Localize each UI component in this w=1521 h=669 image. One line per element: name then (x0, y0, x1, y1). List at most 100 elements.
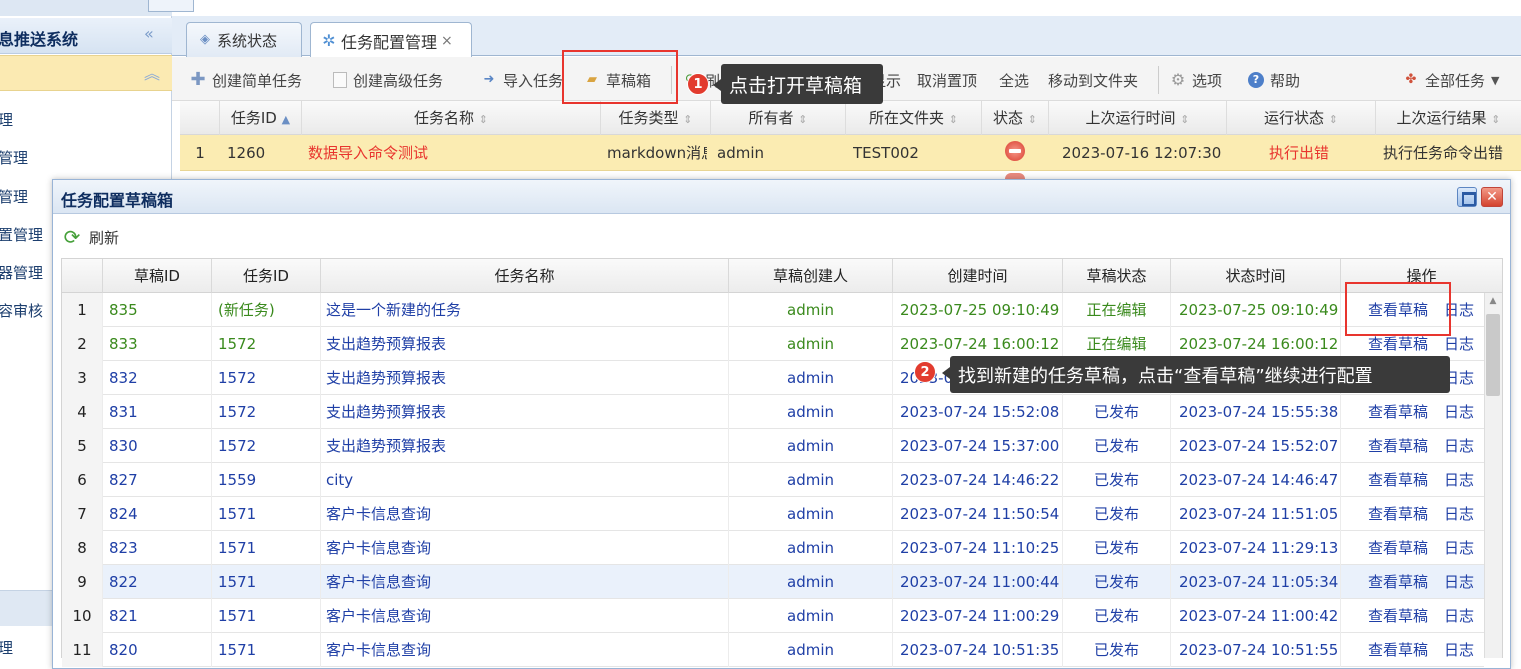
log-link[interactable]: 日志 (1444, 429, 1478, 463)
cube-icon: ◈ (200, 32, 210, 47)
grid-header-cell (180, 101, 220, 135)
create-simple-task-button[interactable]: ✚ 创建简单任务 (190, 66, 302, 94)
cell-task-name[interactable]: 客户卡信息查询 (321, 531, 729, 565)
column-header-last-result[interactable]: 上次运行结果 ⇕ (1376, 101, 1521, 135)
column-header-status-time[interactable]: 状态时间 (1171, 259, 1341, 293)
column-header-last-run-time[interactable]: 上次运行时间 ⇕ (1049, 101, 1227, 135)
view-draft-link[interactable]: 查看草稿 (1368, 395, 1434, 429)
import-task-button[interactable]: ➜ 导入任务 (481, 66, 563, 94)
row-number: 9 (62, 565, 103, 599)
unpin-button[interactable]: 取消置顶 (917, 66, 977, 94)
scrollbar-thumb[interactable] (1486, 314, 1500, 396)
maximize-icon[interactable] (1457, 187, 1477, 207)
column-header-draft-creator[interactable]: 草稿创建人 (729, 259, 893, 293)
log-link[interactable]: 日志 (1444, 599, 1478, 633)
cell-task-id: 1571 (212, 599, 321, 633)
column-header-draft-id[interactable]: 草稿ID (103, 259, 212, 293)
column-header-created-time[interactable]: 创建时间 (893, 259, 1063, 293)
cell-status-time: 2023-07-24 15:55:38 (1171, 395, 1341, 429)
cell-draft-status: 已发布 (1063, 633, 1171, 667)
collapse-up-icon[interactable]: ︽ (144, 60, 160, 84)
move-to-folder-button[interactable]: 移动到文件夹 (1048, 66, 1138, 94)
cell-task-name[interactable]: 客户卡信息查询 (321, 565, 729, 599)
close-icon[interactable]: × (441, 33, 453, 49)
log-link[interactable]: 日志 (1444, 633, 1478, 667)
cell-created-time: 2023-07-24 11:00:29 (893, 599, 1063, 633)
log-link[interactable]: 日志 (1444, 497, 1478, 531)
refresh-icon: ⟳ (63, 225, 81, 249)
view-draft-link[interactable]: 查看草稿 (1368, 565, 1434, 599)
cell-task-name[interactable]: 支出趋势预算报表 (321, 361, 729, 395)
sidebar-item[interactable]: 管理 (0, 186, 28, 207)
cell-draft-creator: admin (729, 531, 893, 565)
tab-task-config[interactable]: ✲ 任务配置管理 × (310, 22, 472, 58)
cell-status-time: 2023-07-24 10:51:55 (1171, 633, 1341, 667)
all-tasks-dropdown[interactable]: ✤ 全部任务 ▼ (1403, 66, 1500, 94)
column-header-task-type[interactable]: 任务类型 ⇕ (601, 101, 711, 135)
cell-task-name[interactable]: 数据导入命令测试 (308, 135, 598, 171)
column-header-status[interactable]: 状态 ⇕ (982, 101, 1049, 135)
cell-task-name[interactable]: 客户卡信息查询 (321, 633, 729, 667)
sidebar-item[interactable]: 管理 (0, 147, 28, 168)
step2-badge: 2 (914, 361, 936, 383)
cell-task-id: 1260 (227, 144, 266, 162)
column-header-task-id[interactable]: 任务ID ▲ (220, 101, 302, 135)
cell-created-time: 2023-07-24 14:46:22 (893, 463, 1063, 497)
view-draft-link[interactable]: 查看草稿 (1368, 463, 1434, 497)
cell-task-name[interactable]: 客户卡信息查询 (321, 497, 729, 531)
column-header-run-status[interactable]: 运行状态 ⇕ (1227, 101, 1376, 135)
tab-system-status[interactable]: ◈ 系统状态 (186, 22, 302, 57)
log-link[interactable]: 日志 (1444, 463, 1478, 497)
create-advanced-task-button[interactable]: 创建高级任务 (333, 66, 443, 94)
column-header-draft-status[interactable]: 草稿状态 (1063, 259, 1171, 293)
button-label: 导入任务 (503, 71, 564, 90)
cell-draft-status: 已发布 (1063, 599, 1171, 633)
collapse-left-icon[interactable]: « (144, 24, 154, 43)
column-header-task-id[interactable]: 任务ID (212, 259, 321, 293)
column-header-folder[interactable]: 所在文件夹 ⇕ (846, 101, 982, 135)
cell-owner: admin (717, 144, 764, 162)
cell-status-time: 2023-07-24 14:46:47 (1171, 463, 1341, 497)
cell-created-time: 2023-07-24 15:37:00 (893, 429, 1063, 463)
cell-status-time: 2023-07-25 09:10:49 (1171, 293, 1341, 327)
view-draft-link[interactable]: 查看草稿 (1368, 429, 1434, 463)
row-number: 4 (62, 395, 103, 429)
log-link[interactable]: 日志 (1444, 531, 1478, 565)
view-draft-link[interactable]: 查看草稿 (1368, 599, 1434, 633)
view-draft-link[interactable]: 查看草稿 (1368, 633, 1434, 667)
column-header-owner[interactable]: 所有者 ⇕ (711, 101, 846, 135)
help-button[interactable]: ? 帮助 (1248, 66, 1300, 94)
sidebar-item[interactable]: 理 (0, 637, 13, 658)
sidebar-item[interactable]: 容审核 (0, 300, 43, 321)
cell-task-name[interactable]: city (321, 463, 729, 497)
cell-task-name[interactable]: 客户卡信息查询 (321, 599, 729, 633)
sidebar-title: 息推送系统 (0, 30, 79, 49)
column-header-task-name[interactable]: 任务名称 ⇕ (302, 101, 601, 135)
cell-task-name[interactable]: 支出趋势预算报表 (321, 395, 729, 429)
cell-task-name[interactable]: 支出趋势预算报表 (321, 327, 729, 361)
cell-draft-status: 正在编辑 (1063, 293, 1171, 327)
cell-draft-id: 823 (103, 531, 212, 565)
scroll-up-icon[interactable]: ▲ (1484, 296, 1502, 310)
select-all-button[interactable]: 全选 (999, 66, 1029, 94)
row-number: 7 (62, 497, 103, 531)
dialog-refresh-button[interactable]: ⟳ 刷新 (61, 222, 119, 252)
button-label: 刷新 (89, 228, 120, 247)
cell-draft-creator: admin (729, 565, 893, 599)
sidebar-top-strip (0, 0, 172, 16)
view-draft-link[interactable]: 查看草稿 (1368, 531, 1434, 565)
sidebar-item[interactable]: 置管理 (0, 224, 43, 245)
cell-task-name[interactable]: 这是一个新建的任务 (321, 293, 729, 327)
cell-folder: TEST002 (853, 144, 919, 162)
row-number: 2 (62, 327, 103, 361)
column-header-task-name[interactable]: 任务名称 (321, 259, 729, 293)
sidebar-item[interactable]: 器管理 (0, 262, 43, 283)
log-link[interactable]: 日志 (1444, 565, 1478, 599)
view-draft-link[interactable]: 查看草稿 (1368, 497, 1434, 531)
log-link[interactable]: 日志 (1444, 395, 1478, 429)
sidebar-item[interactable]: 理 (0, 109, 13, 130)
cell-draft-creator: admin (729, 463, 893, 497)
cell-task-name[interactable]: 支出趋势预算报表 (321, 429, 729, 463)
options-button[interactable]: ⚙ 选项 (1170, 66, 1222, 94)
close-icon[interactable]: ✕ (1481, 187, 1503, 207)
